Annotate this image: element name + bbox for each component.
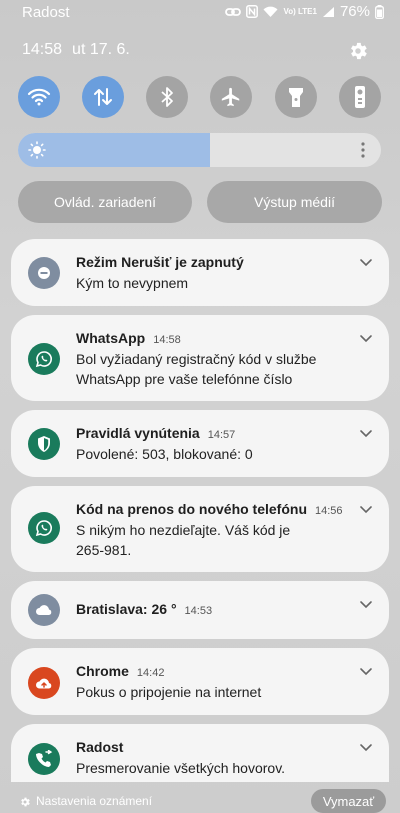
- notification-body: Bol vyžiadaný registračný kód v službe Wh…: [76, 351, 317, 387]
- settings-gear-icon[interactable]: [347, 40, 369, 62]
- notification-card-whatsapp[interactable]: WhatsApp 14:58 Bol vyžiadaný registračný …: [11, 315, 389, 401]
- shield-icon: [28, 428, 60, 460]
- battery-percent: 76%: [339, 3, 370, 20]
- chevron-down-icon[interactable]: [359, 742, 373, 752]
- chevron-down-icon[interactable]: [359, 257, 373, 267]
- clock-time[interactable]: 14:58: [22, 41, 62, 58]
- data-arrows-icon: [94, 88, 112, 106]
- airplane-mode-toggle[interactable]: [210, 76, 252, 118]
- notification-settings-icon[interactable]: [19, 796, 31, 808]
- notification-title: Pravidlá vynútenia 14:57: [76, 425, 236, 441]
- bluetooth-icon: [161, 87, 173, 107]
- media-output-label: Výstup médií: [254, 194, 335, 210]
- chevron-down-icon[interactable]: [359, 333, 373, 343]
- notification-settings-link[interactable]: Nastavenia oznámení: [36, 794, 152, 808]
- notification-title: Radost: [76, 739, 124, 755]
- notification-title: Chrome 14:42: [76, 663, 165, 679]
- clear-all-button[interactable]: Vymazať: [311, 789, 386, 813]
- device-control-label: Ovlád. zariadení: [54, 194, 156, 210]
- date-time-row: 14:58 ut 17. 6.: [22, 41, 140, 59]
- notification-title: Kód na prenos do nového telefónu 14:56: [76, 501, 343, 517]
- call-forward-icon: [28, 743, 60, 775]
- signal-icon: [322, 6, 334, 17]
- whatsapp-icon: [28, 343, 60, 375]
- battery-icon: [375, 4, 384, 19]
- chevron-down-icon[interactable]: [359, 666, 373, 676]
- notification-body: Presmerovanie všetkých hovorov.: [76, 760, 286, 776]
- notification-body: S nikým ho nezdieľajte. Váš kód je 265-98…: [76, 522, 291, 558]
- cloud-icon: [28, 594, 60, 626]
- notification-body: Pokus o pripojenie na internet: [76, 684, 262, 700]
- chevron-down-icon[interactable]: [359, 504, 373, 514]
- nfc-icon: [246, 5, 259, 18]
- notification-card-dnd[interactable]: Režim Nerušiť je zapnutý Kým to nevypnem: [11, 239, 389, 306]
- clear-all-label: Vymazať: [322, 793, 375, 809]
- notification-body: Povolené: 503, blokované: 0: [76, 446, 253, 462]
- cloud-upload-icon: [28, 667, 60, 699]
- wifi-icon: [27, 88, 51, 106]
- wifi-status-icon: [263, 6, 278, 17]
- brightness-slider[interactable]: [18, 133, 381, 167]
- mobile-data-toggle[interactable]: [82, 76, 124, 118]
- brightness-level-fill: [18, 133, 211, 167]
- notification-title: WhatsApp 14:58: [76, 330, 181, 346]
- clock-date[interactable]: ut 17. 6.: [72, 41, 130, 58]
- status-icons: Vo) LTE1 76%: [225, 3, 384, 20]
- device-control-button[interactable]: Ovlád. zariadení: [18, 181, 192, 223]
- remote-control-toggle[interactable]: [339, 76, 381, 118]
- carrier-name: Radost: [22, 4, 70, 21]
- link-icon: [225, 7, 242, 16]
- remote-icon: [355, 86, 365, 108]
- chevron-down-icon[interactable]: [359, 599, 373, 609]
- more-options-icon[interactable]: [361, 142, 365, 158]
- flashlight-icon: [289, 88, 303, 107]
- wifi-toggle[interactable]: [18, 76, 60, 118]
- notification-body: Kým to nevypnem: [76, 275, 189, 291]
- whatsapp-icon: [28, 512, 60, 544]
- minus-circle-icon: [28, 257, 60, 289]
- quick-settings-row: [18, 76, 382, 118]
- notification-title: Bratislava: 26 ° 14:53: [76, 601, 213, 617]
- notification-card-chrome[interactable]: Chrome 14:42 Pokus o pripojenie na intern…: [11, 648, 389, 715]
- flashlight-toggle[interactable]: [275, 76, 317, 118]
- notification-card-radost[interactable]: Radost Presmerovanie všetkých hovorov.: [11, 724, 389, 782]
- media-output-button[interactable]: Výstup médií: [207, 181, 382, 223]
- airplane-icon: [221, 87, 240, 107]
- notification-card-rules[interactable]: Pravidlá vynútenia 14:57 Povolené: 503, b…: [11, 410, 389, 477]
- sun-icon: [28, 141, 46, 159]
- status-bar: Radost Vo) LTE1 76%: [0, 0, 400, 26]
- notification-card-transfer-code[interactable]: Kód na prenos do nového telefónu 14:56 S …: [11, 486, 389, 572]
- network-type-label: Vo) LTE1: [283, 6, 317, 16]
- chevron-down-icon[interactable]: [359, 428, 373, 438]
- notification-title: Režim Nerušiť je zapnutý: [76, 254, 244, 270]
- bluetooth-toggle[interactable]: [146, 76, 188, 118]
- notification-card-weather[interactable]: Bratislava: 26 ° 14:53: [11, 581, 389, 639]
